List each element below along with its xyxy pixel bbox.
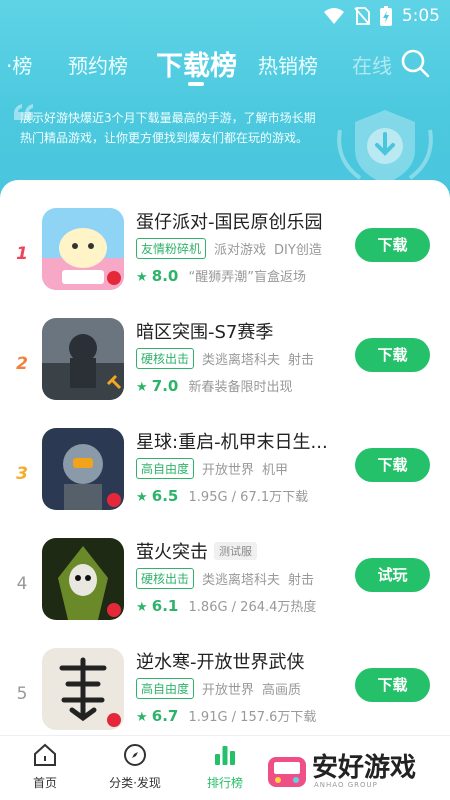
game-row[interactable]: 2 暗区突围-S7赛季 硬核出击 类逃离塔科夫 射击 ★ 7.0 新春装备限时出… — [0, 318, 450, 428]
nav-ranking[interactable]: 排行榜 — [190, 742, 260, 791]
genre-tag: 开放世界 — [202, 683, 255, 698]
highlight-tag: 硬核出击 — [136, 568, 195, 589]
game-icon — [42, 318, 124, 400]
rating-score: 6.1 — [151, 597, 179, 615]
ranking-tabs: ·榜 预约榜 下载榜 热销榜 在线 — [0, 40, 450, 90]
genre-tag: 射击 — [288, 353, 315, 368]
wifi-icon — [323, 8, 344, 24]
genre-tag: DIY创造 — [274, 243, 322, 258]
ranking-list: 1 蛋仔派对-国民原创乐园 友情粉碎机 派对游戏 DIY创造 ★ 8.0 “醒狮… — [0, 180, 450, 735]
highlight-tag: 硬核出击 — [136, 348, 195, 369]
download-button[interactable]: 下载 — [355, 668, 430, 702]
game-meta: ★ 8.0 “醒狮弄潮”盲盒返场 — [136, 266, 306, 285]
watermark-subtext: ANHAO GROUP — [314, 781, 378, 789]
meta-text: “醒狮弄潮”盲盒返场 — [188, 270, 306, 285]
rank-number: 3 — [16, 464, 28, 484]
download-medal-icon — [337, 110, 433, 184]
game-title[interactable]: 蛋仔派对-国民原创乐园 — [136, 208, 323, 234]
tab-download[interactable]: 下载榜 — [156, 44, 237, 83]
rating-score: 8.0 — [151, 267, 179, 285]
game-tags: 高自由度 开放世界 机甲 — [136, 458, 288, 479]
download-button[interactable]: 下载 — [355, 228, 430, 262]
watermark-text: 安好游戏 — [312, 753, 417, 783]
trial-button[interactable]: 试玩 — [355, 558, 430, 592]
star-icon: ★ — [136, 270, 148, 285]
highlight-tag: 高自由度 — [136, 678, 195, 699]
game-title[interactable]: 逆水寒-开放世界武侠 — [136, 648, 305, 674]
genre-tag: 开放世界 — [202, 463, 255, 478]
rank-chart-icon — [215, 746, 235, 765]
game-meta: ★ 6.7 1.91G / 157.6万下载 — [136, 706, 316, 725]
rank-number: 4 — [16, 574, 28, 594]
game-title[interactable]: 暗区突围-S7赛季 — [136, 318, 273, 344]
game-meta: ★ 6.1 1.86G / 264.4万热度 — [136, 596, 316, 615]
status-time: 5:05 — [401, 6, 440, 26]
game-row[interactable]: 1 蛋仔派对-国民原创乐园 友情粉碎机 派对游戏 DIY创造 ★ 8.0 “醒狮… — [0, 208, 450, 318]
game-icon — [42, 538, 124, 620]
ranking-description: 展示好游快爆近3个月下载量最高的手游，了解市场长期热门精品游戏，让你更方便找到爆… — [20, 111, 316, 145]
site-watermark: 安好游戏 ANHAO GROUP — [262, 745, 450, 800]
nav-discover[interactable]: 分类·发现 — [100, 742, 170, 791]
nav-label: 分类·发现 — [109, 776, 161, 790]
rating-score: 7.0 — [151, 377, 179, 395]
rank-number: 5 — [16, 684, 28, 704]
nav-label: 首页 — [32, 776, 57, 790]
search-icon[interactable] — [400, 48, 430, 78]
rating-score: 6.5 — [151, 487, 179, 505]
genre-tag: 射击 — [288, 573, 315, 588]
genre-tag: 派对游戏 — [214, 243, 267, 258]
star-icon: ★ — [136, 710, 148, 725]
game-title[interactable]: 星球:重启-机甲末日生... — [136, 428, 328, 454]
rank-number: 1 — [16, 244, 28, 264]
star-icon: ★ — [136, 600, 148, 615]
meta-text: 1.95G / 67.1万下载 — [188, 490, 309, 505]
genre-tag: 高画质 — [262, 683, 302, 698]
status-bar: 5:05 — [0, 0, 450, 32]
highlight-tag: 高自由度 — [136, 458, 195, 479]
game-tags: 硬核出击 类逃离塔科夫 射击 — [136, 348, 314, 369]
star-icon: ★ — [136, 490, 148, 505]
tab-bestseller[interactable]: 热销榜 — [258, 50, 318, 79]
highlight-tag: 友情粉碎机 — [136, 238, 207, 259]
game-row[interactable]: 3 星球:重启-机甲末日生... 高自由度 开放世界 机甲 ★ 6.5 1.95… — [0, 428, 450, 538]
game-console-logo-icon — [268, 757, 306, 787]
home-icon — [34, 743, 56, 766]
download-button[interactable]: 下载 — [355, 448, 430, 482]
game-icon — [42, 428, 124, 510]
game-row[interactable]: 4 萤火突击 测试服 硬核出击 类逃离塔科夫 射击 ★ 6.1 1.86G / 2… — [0, 538, 450, 648]
meta-text: 新春装备限时出现 — [188, 380, 293, 395]
nav-label: 排行榜 — [206, 776, 243, 790]
game-icon — [42, 208, 124, 290]
compass-icon — [124, 744, 146, 766]
game-meta: ★ 7.0 新春装备限时出现 — [136, 376, 293, 395]
game-tags: 高自由度 开放世界 高画质 — [136, 678, 301, 699]
tab-online-partial[interactable]: 在线 — [352, 50, 392, 79]
meta-text: 1.86G / 264.4万热度 — [188, 600, 317, 615]
rating-score: 6.7 — [151, 707, 179, 725]
header-banner: 5:05 ·榜 预约榜 下载榜 热销榜 在线 展示好游快爆近3个月下载量最高的手… — [0, 0, 450, 200]
game-tags: 友情粉碎机 派对游戏 DIY创造 — [136, 238, 322, 259]
genre-tag: 类逃离塔科夫 — [202, 573, 281, 588]
game-title[interactable]: 萤火突击 测试服 — [136, 538, 257, 564]
no-sim-icon — [354, 7, 370, 25]
tab-reservation[interactable]: 预约榜 — [68, 50, 128, 79]
download-button[interactable]: 下载 — [355, 338, 430, 372]
game-tags: 硬核出击 类逃离塔科夫 射击 — [136, 568, 314, 589]
active-tab-indicator — [188, 82, 204, 86]
game-icon — [42, 648, 124, 730]
genre-tag: 机甲 — [262, 463, 289, 478]
battery-charging-icon — [379, 6, 392, 26]
genre-tag: 类逃离塔科夫 — [202, 353, 281, 368]
game-meta: ★ 6.5 1.95G / 67.1万下载 — [136, 486, 308, 505]
rank-number: 2 — [16, 354, 28, 374]
tab-prev-partial[interactable]: ·榜 — [6, 50, 32, 79]
nav-home[interactable]: 首页 — [10, 742, 80, 791]
meta-text: 1.91G / 157.6万下载 — [188, 710, 317, 725]
star-icon: ★ — [136, 380, 148, 395]
beta-tag: 测试服 — [214, 542, 257, 560]
